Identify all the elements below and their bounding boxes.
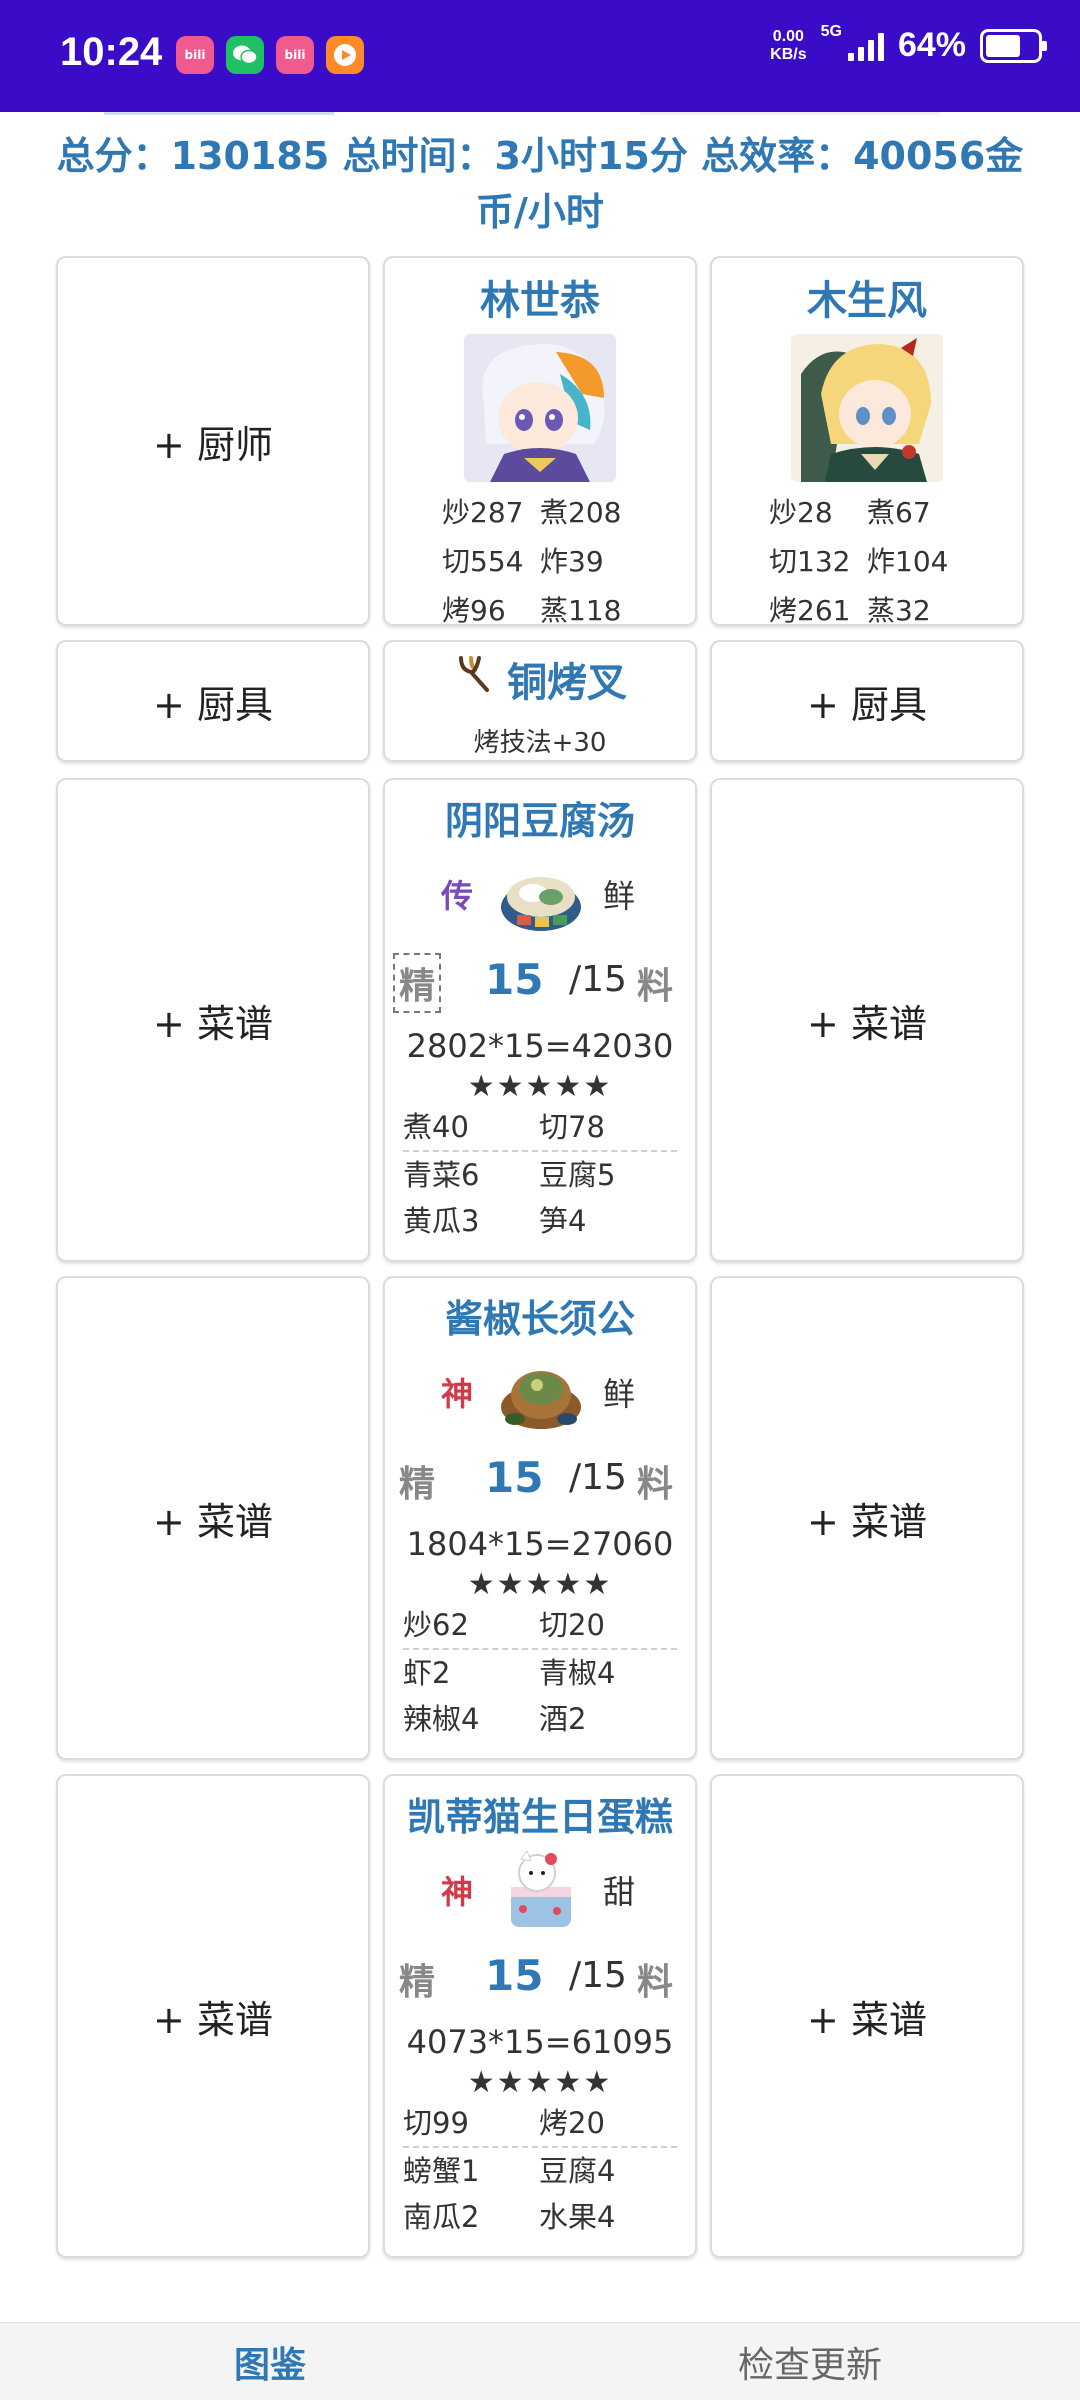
chef-skills: 炒287 煮208 切554 炸39 烤96 蒸118 [442, 496, 622, 627]
quantity-max: /15 [569, 1955, 627, 1996]
quantity-max: /15 [569, 1457, 627, 1498]
chef-skills: 炒28 煮67 切132 炸104 烤261 蒸32 [769, 496, 949, 627]
ingredient-toggle[interactable]: 料 [637, 1953, 673, 2005]
recipe-ingredients: 虾2 青椒4 辣椒4 酒2 [403, 1656, 616, 1736]
recipe-skills: 煮40 切78 [403, 1110, 605, 1144]
recipe-name: 凯蒂猫生日蛋糕 [406, 1795, 673, 1839]
add-recipe-button[interactable]: + 菜谱 [710, 1276, 1024, 1760]
network-speed: 0.00 KB/s [770, 27, 807, 63]
clock: 10:24 [60, 30, 163, 74]
battery-percent: 64% [897, 26, 966, 64]
add-recipe-button[interactable]: + 菜谱 [56, 1276, 370, 1760]
bilibili-icon: bili [276, 36, 314, 74]
notification-icons: bili bili [176, 36, 364, 74]
chef-name: 木生风 [807, 278, 927, 324]
equipment-card[interactable]: 铜烤叉 烤技法+30 [383, 640, 697, 762]
chef-card[interactable]: 林世恭 炒287 煮208 切554 炸39 烤96 蒸118 [383, 256, 697, 627]
chef-card[interactable]: 木生风 炒28 煮67 切132 炸104 烤261 蒸32 [710, 256, 1024, 627]
tab-gallery[interactable]: 图鉴 [0, 2323, 540, 2400]
quantity-value[interactable]: 15 [485, 1453, 543, 1502]
video-app-icon [326, 36, 364, 74]
battery-icon [980, 28, 1047, 63]
fork-icon [453, 652, 497, 706]
add-equipment-button[interactable]: + 厨具 [56, 640, 370, 762]
recipe-score: 2802*15=42030 [406, 1027, 674, 1065]
dish-image [497, 851, 585, 939]
recipe-card[interactable]: 酱椒长须公 神 鲜 精 15 /15 料 1804*15=27060 ★★★★★… [383, 1276, 697, 1760]
dish-image [497, 1349, 585, 1437]
divider [640, 112, 940, 115]
recipe-name: 酱椒长须公 [444, 1297, 635, 1341]
flavor-label: 鲜 [603, 877, 636, 915]
refine-toggle[interactable]: 精 [399, 1455, 435, 1507]
star-rating: ★★★★★ [467, 2065, 613, 2100]
chef-portrait [464, 334, 616, 482]
recipe-score: 1804*15=27060 [406, 1525, 674, 1563]
recipe-skills: 炒62 切20 [403, 1608, 605, 1642]
rarity-badge: 传 [441, 877, 474, 915]
signal-icon: 5G [821, 23, 884, 61]
summary-text: 总分：130185 总时间：3小时15分 总效率：40056金币/小时 [56, 134, 1024, 234]
add-recipe-button[interactable]: + 菜谱 [710, 1774, 1024, 2258]
recipe-ingredients: 螃蟹1 豆腐4 南瓜2 水果4 [403, 2154, 616, 2234]
bilibili-icon: bili [176, 36, 214, 74]
tab-indicator [104, 112, 334, 115]
wechat-icon [226, 36, 264, 74]
equipment-name: 铜烤叉 [507, 660, 627, 706]
star-rating: ★★★★★ [467, 1567, 613, 1602]
quantity-value[interactable]: 15 [485, 1951, 543, 2000]
status-bar: 10:24 bili bili 0.00 KB/s 5G 64% [0, 0, 1080, 112]
add-chef-button[interactable]: + 厨师 [56, 256, 370, 626]
ingredient-toggle[interactable]: 料 [637, 1455, 673, 1507]
recipe-name: 阴阳豆腐汤 [444, 799, 635, 843]
flavor-label: 鲜 [603, 1375, 636, 1413]
rarity-badge: 神 [441, 1375, 474, 1413]
refine-toggle[interactable]: 精 [393, 953, 442, 1013]
bottom-nav: 图鉴 检查更新 [0, 2322, 1080, 2400]
recipe-card[interactable]: 凯蒂猫生日蛋糕 神 甜 精 15 /15 料 4073*15=61095 ★★★… [383, 1774, 697, 2258]
recipe-score: 4073*15=61095 [406, 2023, 674, 2061]
chef-portrait [791, 334, 943, 482]
recipe-skills: 切99 烤20 [403, 2106, 605, 2140]
ingredient-toggle[interactable]: 料 [637, 957, 673, 1009]
quantity-value[interactable]: 15 [485, 955, 543, 1004]
tab-check-update[interactable]: 检查更新 [540, 2323, 1080, 2400]
add-recipe-button[interactable]: + 菜谱 [56, 1774, 370, 2258]
recipe-ingredients: 青菜6 豆腐5 黄瓜3 笋4 [403, 1158, 616, 1238]
chef-name: 林世恭 [480, 278, 600, 324]
recipe-card[interactable]: 阴阳豆腐汤 传 鲜 精 15 /15 料 2802*15=42030 ★★★★★… [383, 778, 697, 1262]
add-recipe-button[interactable]: + 菜谱 [710, 778, 1024, 1262]
equipment-desc: 烤技法+30 [473, 728, 607, 758]
refine-toggle[interactable]: 精 [399, 1953, 435, 2005]
rarity-badge: 神 [441, 1873, 474, 1911]
add-equipment-button[interactable]: + 厨具 [710, 640, 1024, 762]
flavor-label: 甜 [603, 1873, 636, 1911]
quantity-max: /15 [569, 959, 627, 1000]
add-recipe-button[interactable]: + 菜谱 [56, 778, 370, 1262]
star-rating: ★★★★★ [467, 1069, 613, 1104]
dish-image [497, 1847, 585, 1935]
